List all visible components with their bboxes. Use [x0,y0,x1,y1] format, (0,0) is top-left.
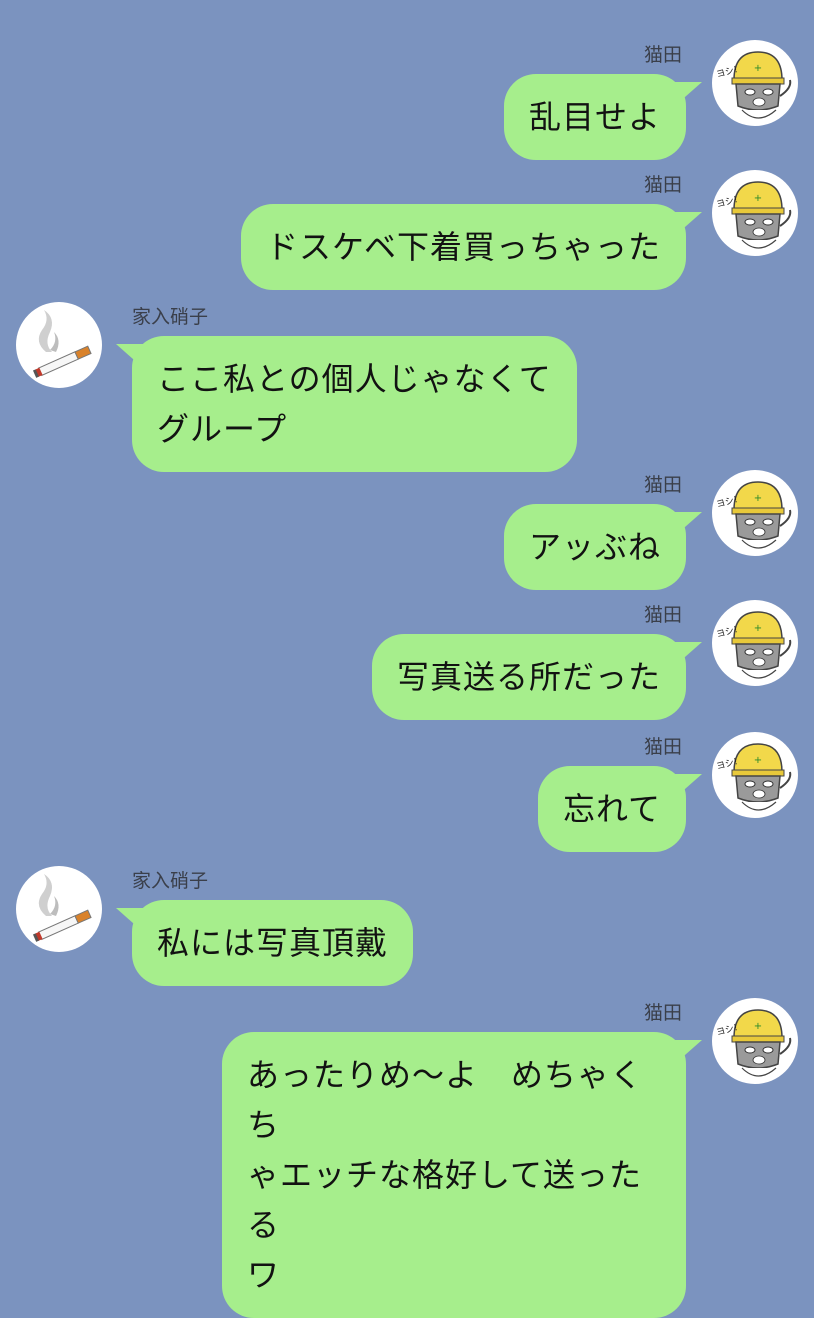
cigarette-icon [32,310,92,378]
message-bubble[interactable]: 私には写真頂戴 [132,900,414,986]
sender-name: 猫田 [643,1002,682,1024]
avatar[interactable] [16,866,102,952]
message-bubble[interactable]: ここ私との個人じゃなくて グループ [132,336,577,472]
message-bubble[interactable]: 忘れて [537,766,686,852]
avatar[interactable] [16,302,102,388]
cigarette-icon [32,874,92,942]
avatar[interactable]: + ヨシ! [712,732,798,818]
avatar[interactable]: + ヨシ! [712,600,798,686]
svg-text:+: + [754,193,762,204]
chat-area[interactable]: + ヨシ! 猫田 乱目せよ + ヨシ! 猫田 ドスケベ下着買っちゃった 家入硝子… [0,0,814,1318]
svg-text:+: + [754,63,762,74]
svg-text:+: + [754,755,762,766]
svg-text:+: + [754,623,762,634]
cat-hardhat-icon: + ヨシ! [715,1009,792,1077]
sender-name: 猫田 [643,474,682,496]
sender-name: 猫田 [643,44,682,66]
avatar[interactable]: + ヨシ! [712,998,798,1084]
message-bubble[interactable]: 写真送る所だった [371,634,686,720]
message-bubble[interactable]: 乱目せよ [503,74,686,160]
svg-text:+: + [754,1021,762,1032]
sender-name: 猫田 [643,736,682,758]
sender-name: 家入硝子 [132,870,209,892]
cat-hardhat-icon: + ヨシ! [715,481,792,549]
avatar[interactable]: + ヨシ! [712,170,798,256]
svg-text:+: + [754,493,762,504]
avatar[interactable]: + ヨシ! [712,40,798,126]
sender-name: 猫田 [643,174,682,196]
cat-hardhat-icon: + ヨシ! [715,743,792,811]
message-bubble[interactable]: あったりめ〜よ めちゃくち ゃエッチな格好して送ったる ワ [222,1032,686,1318]
sender-name: 家入硝子 [132,306,209,328]
sender-name: 猫田 [643,604,682,626]
message-bubble[interactable]: アッぶね [503,504,686,590]
avatar[interactable]: + ヨシ! [712,470,798,556]
cat-hardhat-icon: + ヨシ! [715,51,792,119]
cat-hardhat-icon: + ヨシ! [715,181,792,249]
message-bubble[interactable]: ドスケベ下着買っちゃった [240,204,686,290]
cat-hardhat-icon: + ヨシ! [715,611,792,679]
